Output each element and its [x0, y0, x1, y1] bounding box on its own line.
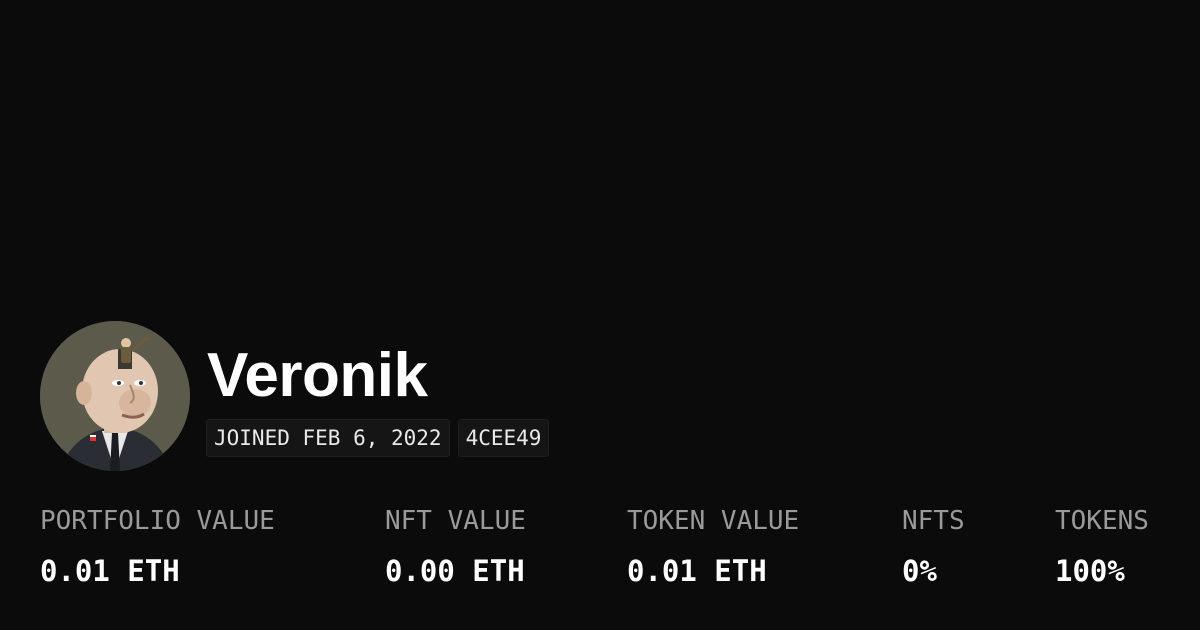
- avatar: [40, 321, 190, 471]
- stat-value: 100%: [1055, 554, 1125, 588]
- stat-label: PORTFOLIO VALUE: [40, 506, 275, 536]
- stat-portfolio-value: PORTFOLIO VALUE 0.01 ETH: [40, 505, 275, 588]
- stat-nft-value: NFT VALUE 0.00 ETH: [385, 505, 526, 588]
- stat-nfts-share: NFTS 0%: [902, 505, 965, 588]
- profile-name: Veronik: [207, 341, 428, 410]
- stat-value: 0.00 ETH: [385, 554, 525, 588]
- stat-token-value: TOKEN VALUE 0.01 ETH: [627, 505, 799, 588]
- stat-tokens-share: TOKENS 100%: [1055, 505, 1149, 588]
- stat-value: 0.01 ETH: [627, 554, 767, 588]
- stat-value: 0.01 ETH: [40, 554, 180, 588]
- color-code-badge: 4CEE49: [457, 419, 550, 457]
- stat-value: 0%: [902, 554, 937, 588]
- stat-label: TOKEN VALUE: [627, 506, 800, 536]
- profile-card: Veronik JOINED FEB 6, 2022 4CEE49 PORTFO…: [0, 0, 1200, 630]
- stat-label: NFTS: [902, 506, 965, 536]
- avatar-portrait-icon: [40, 321, 190, 471]
- profile-tags: JOINED FEB 6, 2022 4CEE49: [206, 419, 550, 457]
- stat-label: TOKENS: [1055, 506, 1149, 536]
- stat-label: NFT VALUE: [385, 506, 526, 536]
- joined-date-badge: JOINED FEB 6, 2022: [206, 419, 450, 457]
